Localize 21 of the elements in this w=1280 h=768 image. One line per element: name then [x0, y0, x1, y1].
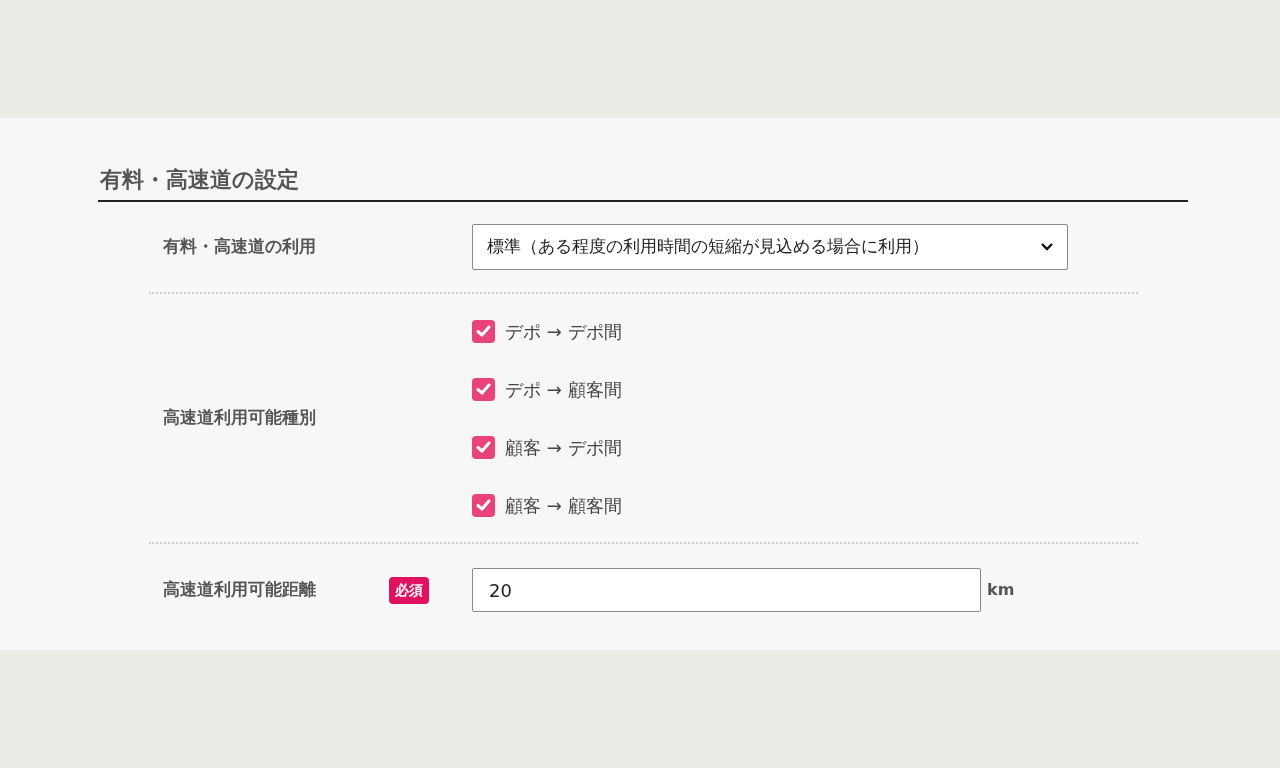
unit-label: km [987, 579, 1015, 601]
field-label: 有料・高速道の利用 [162, 235, 317, 259]
checkbox[interactable] [472, 377, 495, 401]
required-badge: 必須 [389, 576, 429, 604]
checkmark-icon [476, 441, 491, 453]
distance-input[interactable]: 20 [472, 568, 981, 612]
checkbox[interactable] [472, 435, 495, 459]
checkbox-label: 顧客 → 顧客間 [505, 493, 622, 518]
section-title: 有料・高速道の設定 [99, 166, 300, 194]
checkbox-label: 顧客 → デポ間 [505, 435, 622, 460]
checkbox-label: デポ → 顧客間 [505, 377, 622, 402]
field-label: 高速道利用可能種別 [162, 406, 317, 430]
checkmark-icon [476, 325, 491, 337]
field-label: 高速道利用可能距離 [162, 578, 317, 602]
checkbox[interactable] [472, 493, 495, 517]
checkbox[interactable] [472, 319, 495, 343]
chevron-down-icon [1041, 243, 1053, 251]
usage-select[interactable]: 標準（ある程度の利用時間の短縮が見込める場合に利用） [472, 224, 1068, 270]
checkmark-icon [476, 499, 491, 511]
checkmark-icon [476, 383, 491, 395]
checkbox-label: デポ → デポ間 [505, 319, 622, 344]
